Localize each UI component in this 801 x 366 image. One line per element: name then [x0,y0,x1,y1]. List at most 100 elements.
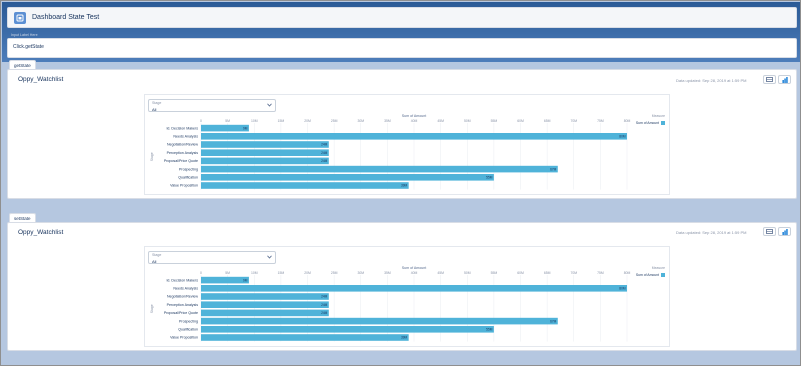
category-label: Value Proposition [170,184,198,188]
x-tick-label: 45M [437,119,444,123]
bar[interactable] [201,309,329,317]
bar[interactable] [201,149,329,156]
category-label: Qualification [178,176,198,180]
stage-filter[interactable]: Stage All [148,99,276,112]
chevron-down-icon [267,255,272,259]
tab-getstate[interactable]: getState [9,60,36,69]
state-textbox[interactable]: Click.getState [7,38,797,58]
x-tick-label: 15M [278,119,285,123]
panel-title: Oppy_Watchlist [18,76,64,83]
x-tick-label: 55M [491,271,498,275]
bar-value-label: 24M [321,151,328,155]
tab-setstate[interactable]: setState [9,213,36,222]
x-tick-label: 65M [544,271,551,275]
x-tick-label: 60M [517,271,524,275]
table-view-button[interactable] [763,227,776,236]
bar[interactable] [201,317,558,325]
category-label: Id. Decision Makers [166,278,198,282]
category-label: Id. Decision Makers [166,126,198,130]
x-tick-label: 20M [304,119,311,123]
data-updated-text: Data updated: Sep 28, 2019 at 1:59 PM [676,78,747,83]
chevron-down-icon [267,103,272,107]
bar[interactable] [201,326,494,333]
x-tick-label: 65M [544,119,551,123]
filter-value: All [152,106,157,112]
category-label: Needs Analysis [173,287,198,291]
x-tick-label: 0 [200,271,202,275]
textbox-label: Input Label Here [11,33,38,37]
x-tick-label: 45M [437,271,444,275]
chart-title: Sum of Amount [402,114,427,118]
bar-chart-icon [782,228,788,235]
x-tick-label: 50M [464,271,471,275]
bar-value-label: 24M [321,295,328,299]
x-tick-label: 80M [624,271,631,275]
y-axis-label: Stage [150,152,154,161]
bar[interactable] [201,165,558,173]
x-tick-label: 10M [251,119,258,123]
stage-filter[interactable]: Stage All [148,251,276,264]
legend-entry: Sum of Amount [636,273,659,277]
category-label: Negotiation/Review [167,143,198,147]
x-tick-label: 40M [411,271,418,275]
table-icon [766,77,773,82]
textbox-value: Click.getState [13,44,44,50]
x-tick-label: 15M [278,271,285,275]
x-tick-label: 25M [331,271,338,275]
bar[interactable] [201,174,494,181]
x-tick-label: 25M [331,119,338,123]
chart-view-button[interactable] [778,75,791,84]
x-tick-label: 20M [304,271,311,275]
category-label: Proposal/Price Quote [164,159,198,163]
filter-label: Stage [152,253,162,257]
bar-value-label: 80M [619,135,626,139]
legend-entry: Sum of Amount [636,121,659,125]
bar-value-label: 67M [550,167,557,171]
category-label: Qualification [178,328,198,332]
bar-value-label: 24M [321,143,328,147]
bar-value-label: 24M [321,159,328,163]
bar[interactable] [201,124,249,132]
category-label: Prospecting [179,167,198,171]
bar-value-label: 24M [321,303,328,307]
bar[interactable] [201,276,249,284]
chart-view-button[interactable] [778,227,791,236]
x-tick-label: 5M [225,271,230,275]
x-tick-label: 35M [384,271,391,275]
dashboard-panel-setstate: Oppy_Watchlist Data updated: Sep 28, 201… [7,222,797,351]
x-tick-label: 30M [357,271,364,275]
x-tick-label: 40M [411,119,418,123]
category-label: Prospecting [179,319,198,323]
bar[interactable] [201,285,627,292]
bar[interactable] [201,182,409,189]
legend-swatch [661,121,665,125]
x-tick-label: 5M [225,119,230,123]
data-updated-text: Data updated: Sep 28, 2019 at 1:59 PM [676,230,747,235]
x-tick-label: 50M [464,119,471,123]
bar[interactable] [201,133,627,140]
x-tick-label: 75M [597,119,604,123]
x-tick-label: 10M [251,271,258,275]
bar-value-label: 55M [486,328,493,332]
table-view-button[interactable] [763,75,776,84]
x-tick-label: 35M [384,119,391,123]
x-tick-label: 70M [570,119,577,123]
bar[interactable] [201,301,329,308]
bar-value-label: 24M [321,311,328,315]
legend-swatch [661,273,665,277]
category-label: Negotiation/Review [167,295,198,299]
bar-value-label: 67M [550,319,557,323]
app-header: Dashboard State Test [7,7,797,28]
filter-value: All [152,258,157,264]
bar[interactable] [201,334,409,341]
x-tick-label: 30M [357,119,364,123]
x-tick-label: 60M [517,119,524,123]
bar-value-label: 55M [486,176,493,180]
app-title: Dashboard State Test [32,14,100,21]
bar[interactable] [201,141,329,148]
x-tick-label: 70M [570,271,577,275]
bar[interactable] [201,157,329,165]
y-axis-label: Stage [150,304,154,313]
bar[interactable] [201,293,329,300]
dashboard-panel-getstate: Oppy_Watchlist Data updated: Sep 28, 201… [7,69,797,199]
